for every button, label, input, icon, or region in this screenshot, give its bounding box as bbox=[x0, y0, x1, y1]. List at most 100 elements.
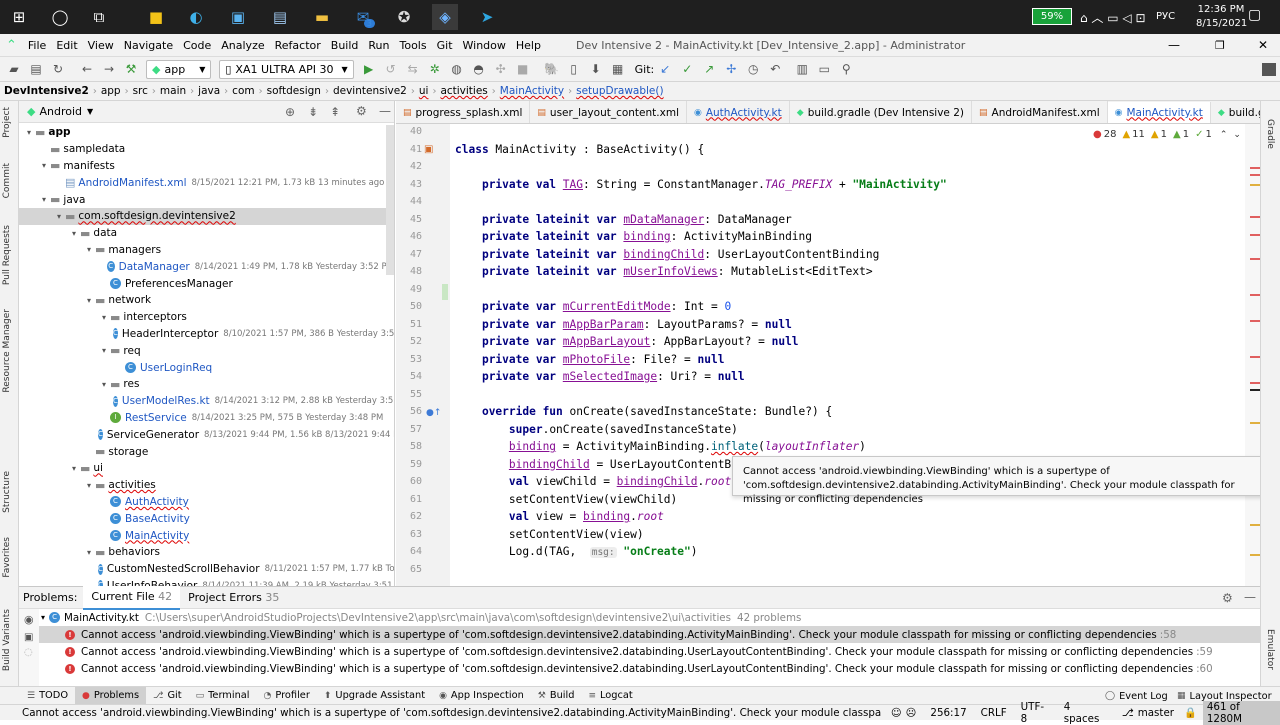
chevron-down-icon[interactable]: ⌄ bbox=[1233, 130, 1241, 140]
menu-help[interactable]: Help bbox=[511, 34, 546, 57]
chevron-down-icon[interactable]: ▾ bbox=[41, 613, 45, 622]
warning-stripe[interactable] bbox=[1250, 184, 1260, 186]
tree-item[interactable]: C UserLoginReq bbox=[19, 359, 394, 376]
git-push-icon[interactable]: ↗ bbox=[699, 59, 719, 79]
gradle-sync-icon[interactable]: 🐘 bbox=[542, 59, 562, 79]
preview-icon[interactable]: ▣ bbox=[19, 630, 39, 645]
app-icon[interactable]: ✪ bbox=[391, 4, 417, 30]
error-stripe[interactable] bbox=[1250, 258, 1260, 260]
status-message[interactable]: Cannot access 'android.viewbinding.ViewB… bbox=[22, 707, 881, 719]
tree-item[interactable]: ▾ ▬ req bbox=[19, 342, 394, 359]
code-line[interactable]: private lateinit var mUserInfoViews: Mut… bbox=[455, 265, 873, 278]
code-line[interactable]: override fun onCreate(savedInstanceState… bbox=[455, 405, 832, 418]
apply-code-icon[interactable]: ⇆ bbox=[403, 59, 423, 79]
breadcrumb-item[interactable]: main bbox=[156, 85, 190, 97]
chevron-down-icon[interactable]: ▾ bbox=[98, 313, 110, 322]
search-everywhere-icon[interactable]: ⚲ bbox=[836, 59, 856, 79]
tree-item[interactable]: C MainActivity bbox=[19, 527, 394, 544]
git-update-icon[interactable]: ↙ bbox=[655, 59, 675, 79]
tool-tab-pull-requests[interactable]: Pull Requests bbox=[2, 225, 12, 285]
lock-icon[interactable]: 🔒 bbox=[1184, 706, 1197, 719]
forward-icon[interactable]: → bbox=[99, 59, 119, 79]
tool-tab-build-variants[interactable]: Build Variants bbox=[2, 609, 12, 671]
tree-item[interactable]: ▾ ▬ ui bbox=[19, 460, 394, 477]
chevron-down-icon[interactable]: ▾ bbox=[68, 464, 80, 473]
tool-tab-resource-manager[interactable]: Resource Manager bbox=[2, 309, 12, 393]
editor-tab[interactable]: ▤ progress_splash.xml bbox=[396, 101, 531, 123]
gear-icon[interactable]: ⚙ bbox=[1222, 591, 1233, 605]
warning-stripe[interactable] bbox=[1250, 422, 1260, 424]
tree-item[interactable]: ▾ ▬ behaviors bbox=[19, 544, 394, 561]
coverage-icon[interactable]: ◍ bbox=[447, 59, 467, 79]
breadcrumb-item[interactable]: src bbox=[129, 85, 152, 97]
tool-tab-project[interactable]: Project bbox=[2, 107, 12, 138]
tree-item[interactable]: C AuthActivity bbox=[19, 494, 394, 511]
tree-item[interactable]: ▾ ▬ app bbox=[19, 124, 394, 141]
problems-file-row[interactable]: ▾ C MainActivity.kt C:\Users\super\Andro… bbox=[39, 609, 1260, 626]
make-project-icon[interactable]: ⚒ bbox=[121, 59, 141, 79]
indent-setting[interactable]: 4 spaces bbox=[1064, 701, 1108, 725]
tool-button-todo[interactable]: ☰ TODO bbox=[20, 687, 75, 705]
tree-item[interactable]: ▾ ▬ data bbox=[19, 225, 394, 242]
chevron-down-icon[interactable]: ▾ bbox=[83, 481, 95, 490]
file-explorer-icon[interactable]: ▬ bbox=[309, 4, 335, 30]
caret-stripe[interactable] bbox=[1250, 389, 1260, 391]
profile-icon[interactable]: ◓ bbox=[469, 59, 489, 79]
edge-browser-icon[interactable]: ◐ bbox=[183, 4, 209, 30]
battery-indicator[interactable]: 59% bbox=[1032, 8, 1072, 25]
menu-run[interactable]: Run bbox=[363, 34, 394, 57]
menu-file[interactable]: File bbox=[23, 34, 51, 57]
breadcrumb-item[interactable]: ui bbox=[415, 85, 433, 97]
error-stripe[interactable] bbox=[1250, 174, 1260, 176]
tree-item[interactable]: ▾ ▬ res bbox=[19, 376, 394, 393]
editor-scrollbar[interactable] bbox=[1245, 124, 1260, 586]
memory-indicator[interactable]: 461 of 1280M bbox=[1202, 700, 1280, 725]
tray-icons[interactable]: ⌂ ︿ ▭ ◁ ⊡ bbox=[1080, 9, 1146, 26]
tool-tab-structure[interactable]: Structure bbox=[2, 471, 12, 513]
tree-item[interactable]: C PreferencesManager bbox=[19, 275, 394, 292]
tool-tab-emulator[interactable]: Emulator bbox=[1265, 629, 1275, 670]
breadcrumb-item[interactable]: DevIntensive2 bbox=[0, 85, 93, 97]
tree-item[interactable]: C DataManager 8/14/2021 1:49 PM, 1.78 kB Y… bbox=[19, 258, 394, 275]
code-line[interactable]: private val TAG: String = ConstantManage… bbox=[455, 178, 947, 191]
hide-icon[interactable]: — bbox=[379, 104, 391, 118]
editor-tab[interactable]: ◆build.grac bbox=[1211, 101, 1260, 123]
code-line[interactable]: private var mSelectedImage: Uri? = null bbox=[455, 370, 745, 383]
override-gutter-icon[interactable]: ●↑ bbox=[426, 408, 441, 418]
frown-icon[interactable]: ☹ bbox=[906, 707, 917, 719]
problems-tab[interactable]: Project Errors 35 bbox=[180, 587, 287, 609]
git-branch[interactable]: master bbox=[1138, 707, 1174, 719]
inspection-widget[interactable]: ● 28 ▲ 11 ▲ 1 ▲ 1 ✓ 1 ⌃ ⌄ bbox=[1093, 126, 1248, 143]
mail-icon[interactable]: ✉ 3 bbox=[350, 4, 376, 30]
problem-row[interactable]: ! Cannot access 'android.viewbinding.View… bbox=[39, 660, 1260, 677]
chevron-down-icon[interactable]: ▾ bbox=[98, 380, 110, 389]
hide-icon[interactable]: — bbox=[1244, 590, 1256, 604]
device-manager-icon[interactable]: ▭ bbox=[814, 59, 834, 79]
class-gutter-icon[interactable]: ▣ bbox=[424, 144, 433, 155]
line-separator[interactable]: CRLF bbox=[981, 707, 1007, 719]
smile-icon[interactable]: ☺ bbox=[891, 707, 902, 719]
store-icon[interactable]: ▤ bbox=[267, 4, 293, 30]
tree-item[interactable]: ▾ ▬ java bbox=[19, 191, 394, 208]
tree-item[interactable]: ▬ sampledata bbox=[19, 141, 394, 158]
sync-icon[interactable]: ↻ bbox=[48, 59, 68, 79]
clock[interactable]: 12:36 PM 8/15/2021 bbox=[1196, 3, 1247, 31]
menu-tools[interactable]: Tools bbox=[395, 34, 432, 57]
open-folder-icon[interactable]: ▰ bbox=[4, 59, 24, 79]
error-stripe[interactable] bbox=[1250, 382, 1260, 384]
tree-item[interactable]: ▾ ▬ network bbox=[19, 292, 394, 309]
event-log-button[interactable]: ◯ Event Log bbox=[1098, 687, 1175, 705]
menu-git[interactable]: Git bbox=[432, 34, 458, 57]
tree-item[interactable]: ▾ ▬ activities bbox=[19, 477, 394, 494]
code-line[interactable]: setContentView(viewChild) bbox=[455, 493, 677, 506]
menu-build[interactable]: Build bbox=[326, 34, 364, 57]
menu-edit[interactable]: Edit bbox=[51, 34, 82, 57]
chevron-down-icon[interactable]: ▾ bbox=[68, 229, 80, 238]
breadcrumb-item[interactable]: devintensive2 bbox=[329, 85, 411, 97]
tool-button-profiler[interactable]: ◔ Profiler bbox=[257, 687, 317, 705]
code-line[interactable]: val viewChild = bindingChild.root bbox=[455, 475, 731, 488]
tree-item[interactable]: ▤ AndroidManifest.xml 8/15/2021 12:21 PM, … bbox=[19, 174, 394, 191]
language-indicator[interactable]: РУС bbox=[1156, 11, 1175, 22]
menu-view[interactable]: View bbox=[83, 34, 119, 57]
debug-icon[interactable]: ✲ bbox=[425, 59, 445, 79]
